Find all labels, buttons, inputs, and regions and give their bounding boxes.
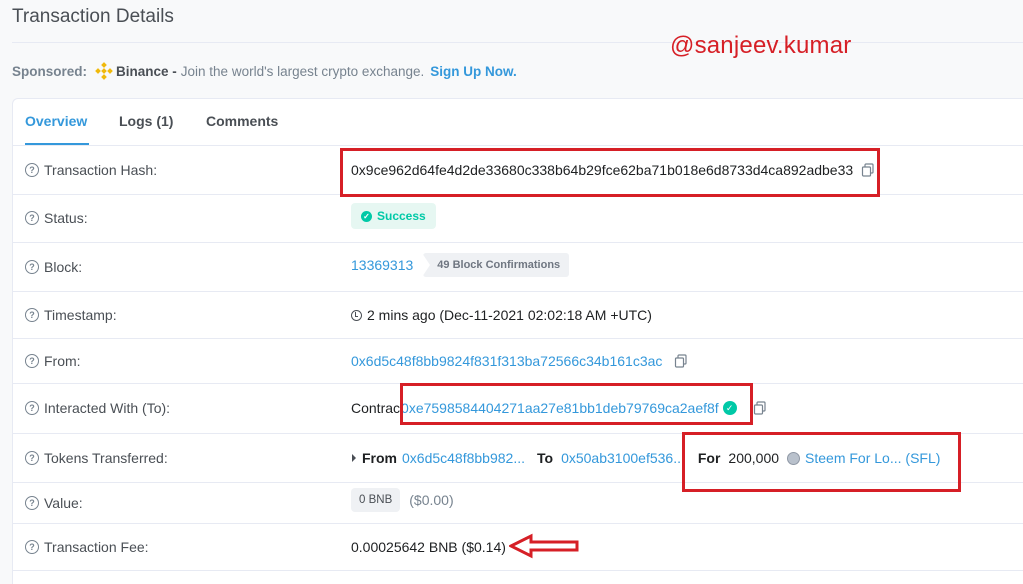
question-circle-icon[interactable]: ?: [25, 163, 39, 177]
question-circle-icon[interactable]: ?: [25, 260, 39, 274]
status-label: Status:: [44, 210, 88, 226]
annotation-arrow-icon: [509, 533, 579, 559]
sign-up-link[interactable]: Sign Up Now.: [430, 64, 517, 79]
value-usd: ($0.00): [409, 492, 454, 508]
row-from: ? From: 0x6d5c48f8bb9824f831f313ba72566c…: [13, 339, 1023, 384]
annotation-box-hash: [340, 148, 880, 197]
question-circle-icon[interactable]: ?: [25, 211, 39, 225]
author-watermark: @sanjeev.kumar: [670, 32, 852, 59]
block-number-link[interactable]: 13369313: [351, 257, 413, 273]
row-block: ? Block: 13369313 49 Block Confirmations: [13, 243, 1023, 292]
check-circle-icon: ✓: [361, 210, 372, 222]
binance-logo-icon: [95, 62, 113, 80]
caret-right-icon: [352, 454, 356, 462]
tab-overview[interactable]: Overview: [25, 99, 89, 145]
transaction-hash-label: Transaction Hash:: [44, 162, 158, 178]
question-circle-icon[interactable]: ?: [25, 354, 39, 368]
question-circle-icon[interactable]: ?: [25, 401, 39, 415]
tab-bar: Overview Logs (1) Comments: [13, 99, 1023, 146]
status-badge: ✓ Success: [351, 203, 436, 229]
row-status: ? Status: ✓ Success: [13, 195, 1023, 243]
transaction-fee-label: Transaction Fee:: [44, 539, 149, 555]
sponsored-banner: Sponsored: Binance - Join the world's la…: [12, 62, 517, 80]
question-circle-icon[interactable]: ?: [25, 496, 39, 510]
title-divider: [12, 42, 1023, 43]
timestamp-value: 2 mins ago (Dec-11-2021 02:02:18 AM +UTC…: [367, 307, 652, 323]
block-confirmations-badge: 49 Block Confirmations: [422, 253, 570, 277]
page-title: Transaction Details: [12, 6, 174, 27]
question-circle-icon[interactable]: ?: [25, 451, 39, 465]
token-to-label: To: [537, 450, 554, 466]
transaction-fee-value: 0.00025642 BNB ($0.14): [351, 539, 506, 555]
clock-icon: [351, 309, 362, 321]
block-label: Block:: [44, 259, 83, 275]
copy-icon[interactable]: [753, 401, 767, 415]
token-to-link[interactable]: 0x50ab3100ef536...: [561, 450, 685, 466]
token-from-label: From: [362, 450, 397, 466]
value-label: Value:: [44, 495, 83, 511]
contract-prefix: Contrac: [351, 400, 401, 416]
from-label: From:: [44, 353, 81, 369]
tab-logs[interactable]: Logs (1): [119, 99, 173, 143]
interacted-with-label: Interacted With (To):: [44, 400, 171, 416]
from-address-link[interactable]: 0x6d5c48f8bb9824f831f313ba72566c34b161c3…: [351, 353, 662, 369]
copy-icon[interactable]: [674, 354, 688, 368]
sponsor-description: Join the world's largest crypto exchange…: [180, 63, 425, 79]
tokens-transferred-label: Tokens Transferred:: [44, 450, 168, 466]
sponsor-brand[interactable]: Binance -: [116, 64, 177, 79]
question-circle-icon[interactable]: ?: [25, 540, 39, 554]
sponsored-label: Sponsored:: [12, 63, 88, 79]
token-from-link[interactable]: 0x6d5c48f8bb982...: [402, 450, 525, 466]
status-value: Success: [377, 209, 426, 223]
value-amount-badge: 0 BNB: [351, 488, 401, 512]
row-timestamp: ? Timestamp: 2 mins ago (Dec-11-2021 02:…: [13, 292, 1023, 339]
annotation-box-contract: [400, 383, 753, 425]
question-circle-icon[interactable]: ?: [25, 308, 39, 322]
annotation-box-tokens: [682, 432, 961, 492]
timestamp-label: Timestamp:: [44, 307, 117, 323]
tab-comments[interactable]: Comments: [206, 99, 278, 143]
